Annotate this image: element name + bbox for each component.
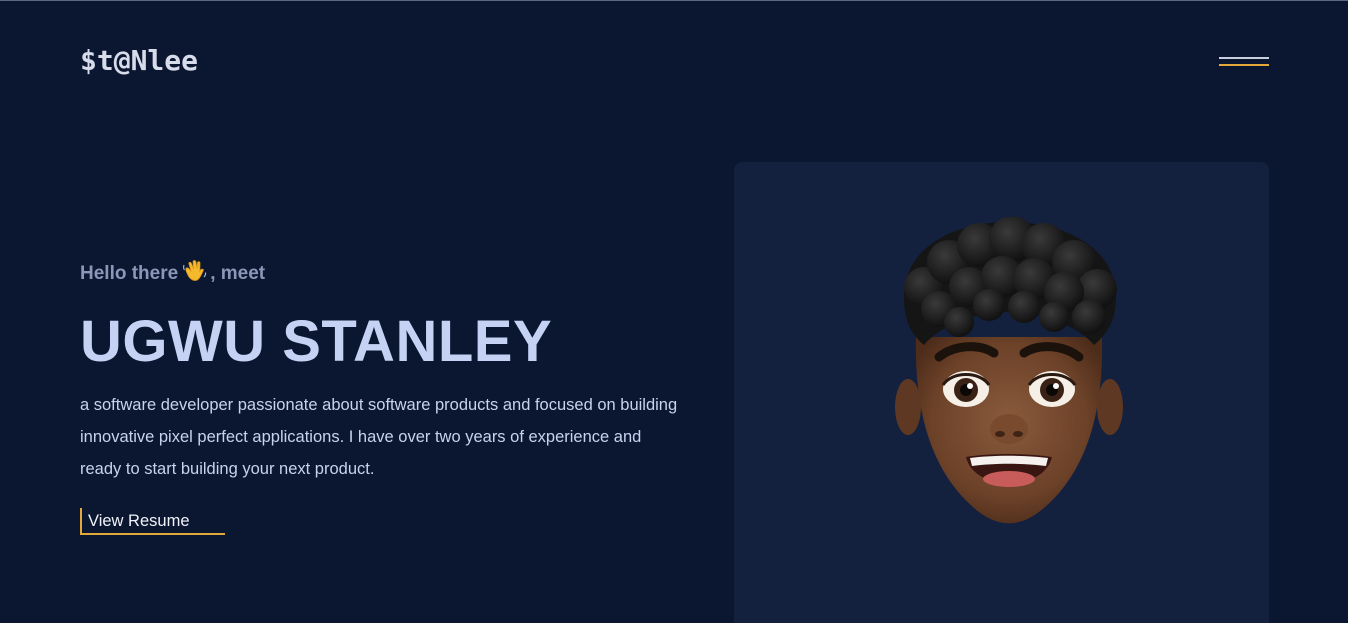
greeting: Hello there , meet xyxy=(80,259,700,293)
hero-description: a software developer passionate about so… xyxy=(80,396,678,478)
site-logo[interactable]: $t@Nlee xyxy=(80,43,198,79)
memoji-avatar xyxy=(895,217,1123,524)
hero-intro: Hello there , meet UGWU STANLEY a softwa… xyxy=(80,259,700,485)
avatar-card xyxy=(734,162,1269,623)
greeting-text: Hello there xyxy=(80,263,179,284)
hero-name: UGWU STANLEY xyxy=(80,309,553,374)
greeting-suffix: , meet xyxy=(210,263,266,284)
menu-line-top xyxy=(1219,57,1269,59)
view-resume-link[interactable]: View Resume xyxy=(80,508,225,535)
menu-line-bottom xyxy=(1219,64,1269,66)
hamburger-menu-button[interactable] xyxy=(1214,51,1274,73)
waving-hand-icon xyxy=(182,259,208,293)
